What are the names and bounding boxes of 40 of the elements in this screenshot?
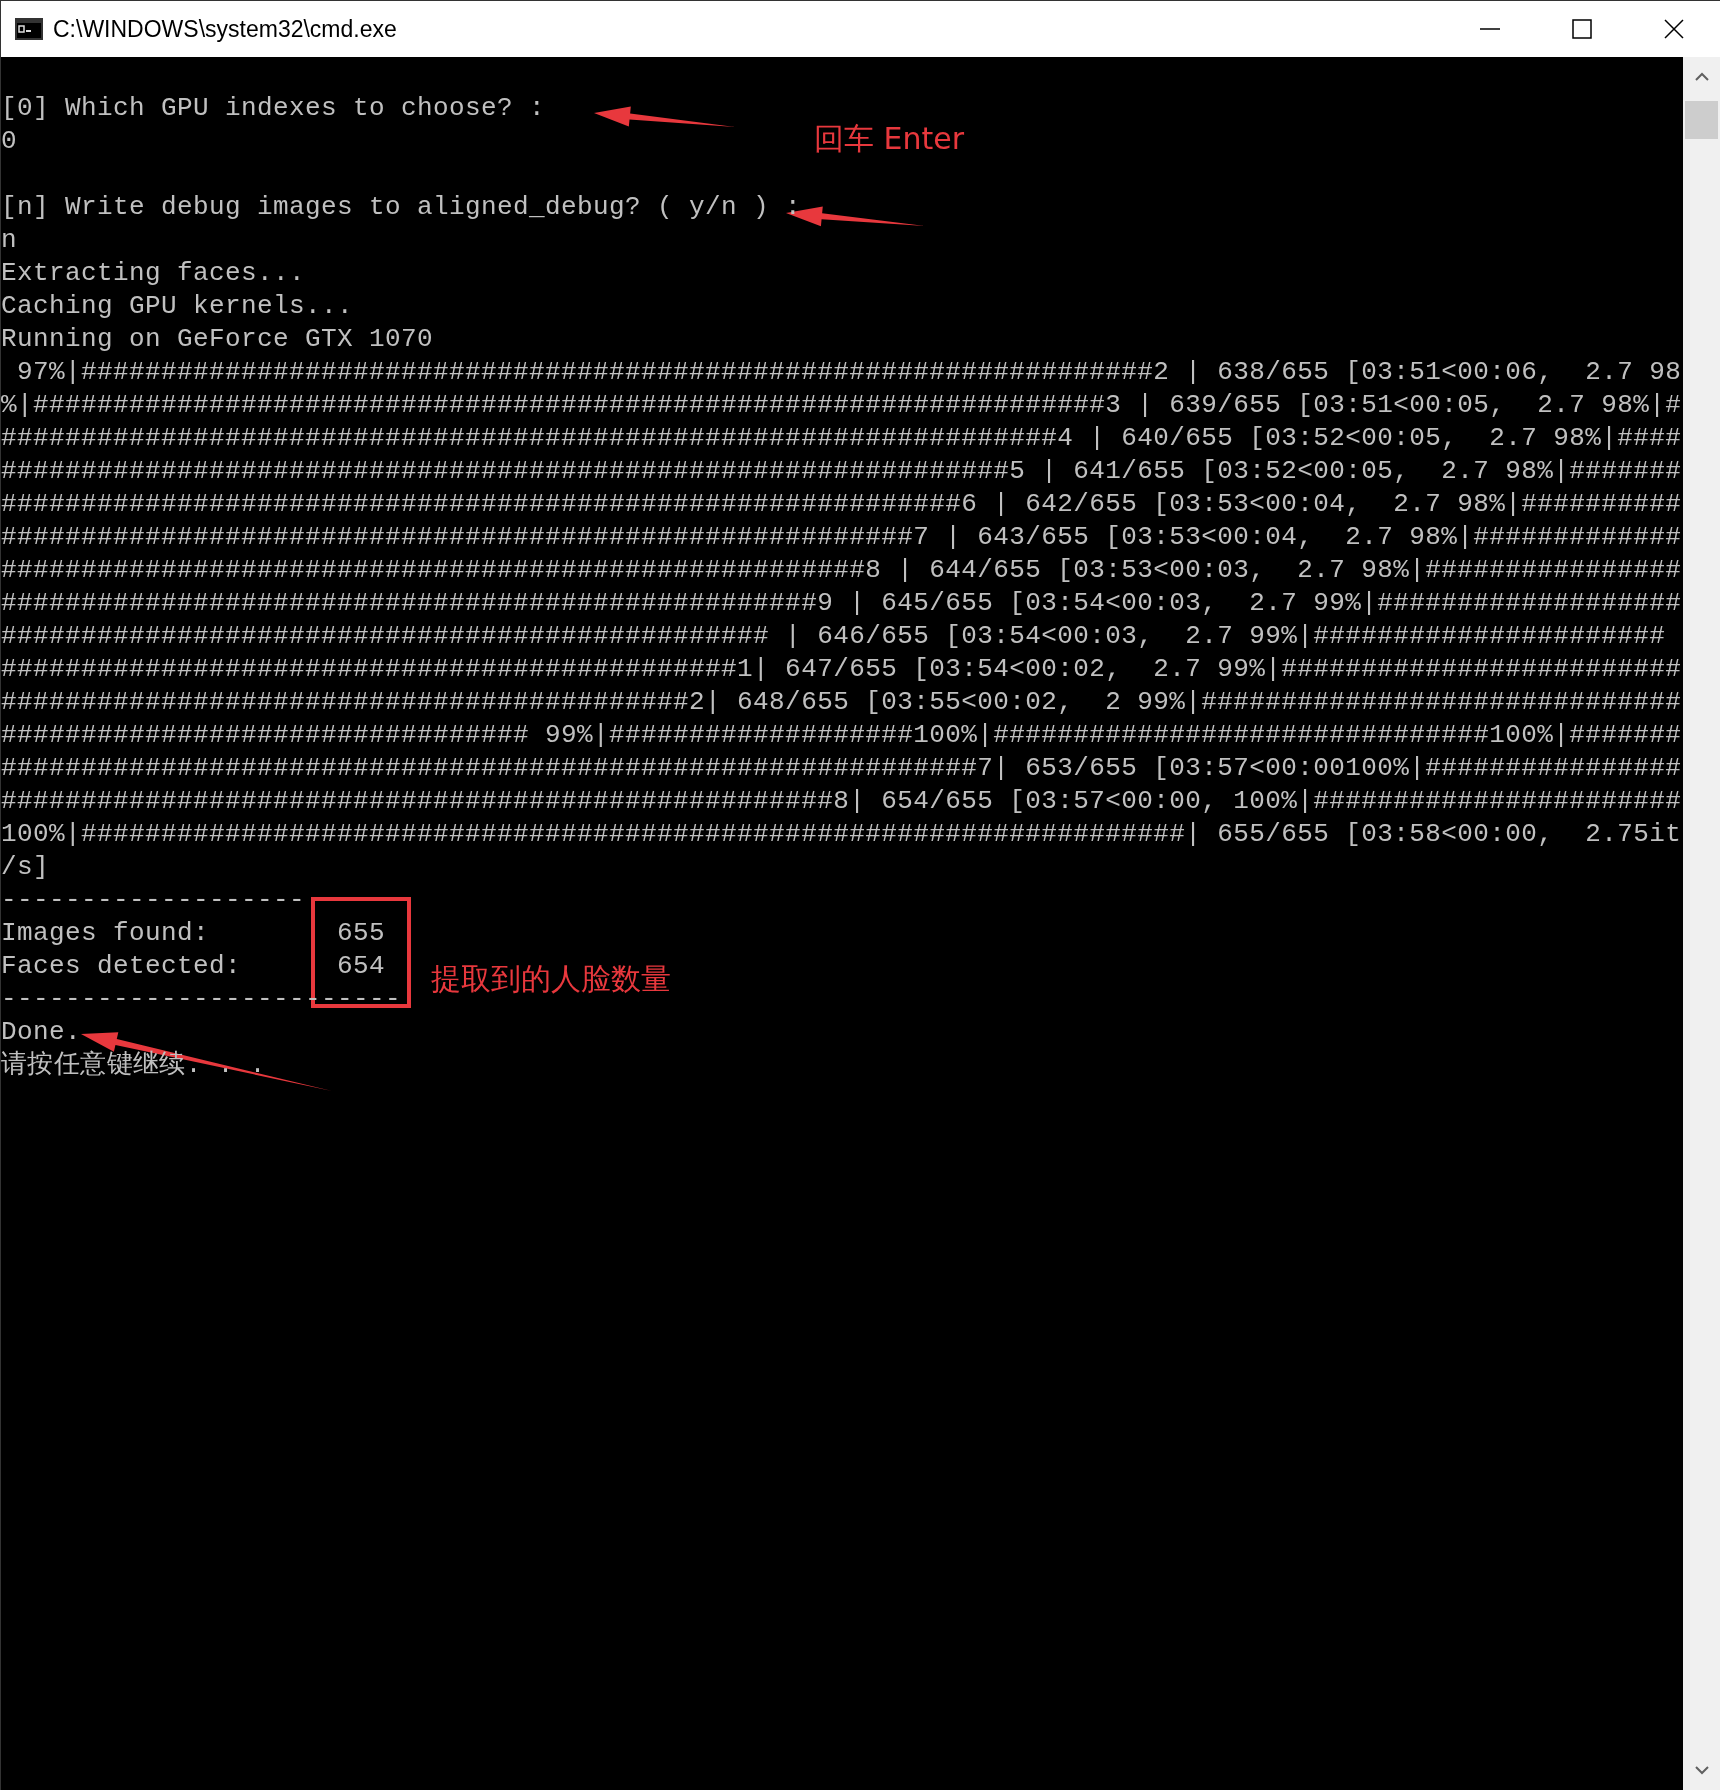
console-line: ###################################################9 | 645/655 [03:54<00:03, 2.7 99%|###################: [1, 587, 1682, 620]
console-line: Faces detected: 654: [1, 950, 386, 983]
console-icon: [15, 18, 43, 40]
scroll-thumb[interactable]: [1685, 101, 1718, 139]
console-line: ################################################ | 646/655 [03:54<00:03, 2.7 99%|######################: [1, 620, 1666, 653]
console-line: [0] Which GPU indexes to choose? :: [1, 92, 546, 125]
console-line: -------------------------: [1, 983, 402, 1016]
console-line: #########################################################7 | 643/655 [03:53<00:04, 2.7 98%|#############: [1, 521, 1682, 554]
console-line: ##################################################################4 | 640/655 [03:52<00:05, 2.7 98%|####: [1, 422, 1682, 455]
console-line: Images found: 655: [1, 917, 386, 950]
close-icon: [1664, 19, 1684, 39]
window-title: C:\WINDOWS\system32\cmd.exe: [53, 15, 397, 43]
console-line: ##############################################1| 647/655 [03:54<00:02, 2.7 99%|#########################: [1, 653, 1682, 686]
chevron-up-icon: [1694, 72, 1709, 82]
console-line: 0: [1, 125, 17, 158]
console-line: 请按任意键继续. . .: [1, 1049, 266, 1082]
console-line: ################################# 99%|###################100%|###############################100%|#######: [1, 719, 1682, 752]
console-line: n: [1, 224, 17, 257]
console-line: ####################################################8| 654/655 [03:57<00:00, 100%|#######################: [1, 785, 1682, 818]
annotation-label: 回车 Enter: [814, 120, 965, 158]
console-line: Running on GeForce GTX 1070: [1, 323, 434, 356]
console-line: ############################################################6 | 642/655 [03:53<00:04, 2.7 98%|##########: [1, 488, 1682, 521]
chevron-down-icon: [1694, 1765, 1709, 1775]
annotation-label: 提取到的人脸数量: [431, 960, 671, 998]
console-line: %|###################################################################3 | 639/655 [03:51<00:05, 2.7 98%|#: [1, 389, 1682, 422]
scrollbar[interactable]: [1683, 57, 1720, 1790]
console-line: ###########################################2| 648/655 [03:55<00:02, 2 99%|##############################: [1, 686, 1682, 719]
console-line: 100%|#####################################################################| 655/655 [03:58<00:00, 2.75it: [1, 818, 1682, 851]
maximize-icon: [1572, 19, 1592, 39]
minimize-icon: [1480, 28, 1500, 30]
console-line: 97%|###################################################################2 | 638/655 [03:51<00:06, 2.7 98: [16, 356, 1682, 389]
console-line: -------------------: [1, 884, 306, 917]
console-line: /s]: [1, 851, 49, 884]
console-line: Done.: [1, 1016, 81, 1049]
console-line: #############################################################7| 653/655 [03:57<00:00100%|################: [1, 752, 1682, 785]
console-line: ######################################################8 | 644/655 [03:53<00:03, 2.7 98%|################: [1, 554, 1682, 587]
console-line: ###############################################################5 | 641/655 [03:52<00:05, 2.7 98%|#######: [1, 455, 1682, 488]
console-line: [n] Write debug images to aligned_debug? ( y/n ) :: [1, 191, 802, 224]
console-line: Extracting faces...: [1, 257, 306, 290]
console-line: Caching GPU kernels...: [1, 290, 354, 323]
